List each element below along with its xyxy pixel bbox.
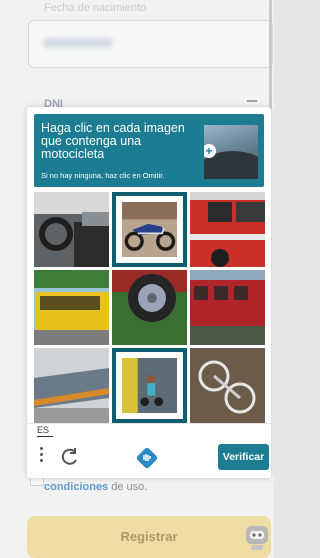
tile-red-train[interactable] xyxy=(190,270,265,345)
birthdate-field[interactable] xyxy=(28,20,273,68)
tile-red-truck[interactable] xyxy=(190,192,265,267)
captcha-instruction: Haga clic en cada imagen que contenga un… xyxy=(41,121,185,161)
chat-bot-icon[interactable] xyxy=(243,521,271,551)
terms-link[interactable]: condiciones xyxy=(44,481,108,493)
more-options-icon[interactable] xyxy=(40,447,44,465)
tile-motorcycle[interactable] xyxy=(112,192,187,267)
verify-button[interactable]: Verificar xyxy=(218,444,269,470)
tile-yellow-bus[interactable] xyxy=(34,270,109,345)
tile-tire-closeup[interactable] xyxy=(112,270,187,345)
register-button[interactable]: Registrar xyxy=(27,516,271,558)
terms-text: condiciones de uso. xyxy=(44,481,147,493)
captcha-header: Haga clic en cada imagen que contenga un… xyxy=(34,114,264,187)
birthdate-label: Fecha de nacimiento xyxy=(44,2,147,14)
register-label: Registrar xyxy=(120,529,178,544)
scrollbar[interactable] xyxy=(269,0,272,110)
captcha-dialog: Haga clic en cada imagen que contenga un… xyxy=(27,107,271,478)
footer-divider xyxy=(27,423,271,424)
language-selector[interactable]: ES xyxy=(37,425,49,435)
hcaptcha-logo-icon[interactable] xyxy=(136,447,158,469)
tile-train-platform[interactable] xyxy=(34,348,109,423)
chevron-down-icon xyxy=(247,100,257,102)
example-image: + xyxy=(204,125,258,179)
refresh-icon[interactable] xyxy=(60,447,80,467)
tile-child-on-scooter[interactable] xyxy=(112,348,187,423)
tile-bicycle-overhead[interactable] xyxy=(190,348,265,423)
captcha-hint: Si no hay ninguna, haz clic en Omitir. xyxy=(41,171,165,180)
tile-car-interior[interactable] xyxy=(34,192,109,267)
terms-suffix: de uso. xyxy=(108,481,148,493)
